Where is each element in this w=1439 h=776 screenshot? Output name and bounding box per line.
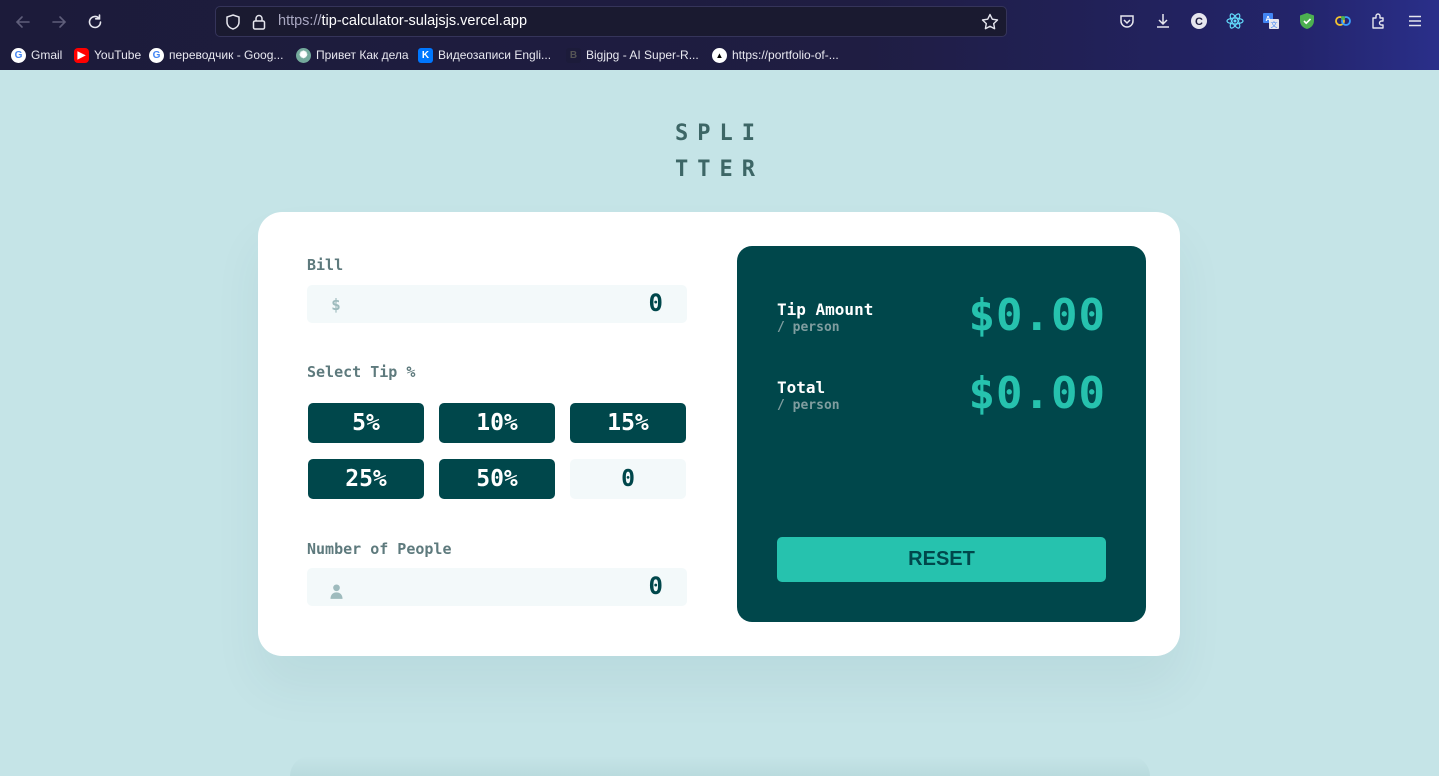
select-tip-label: Select Tip % (307, 363, 416, 381)
tip-amount-per-person: / person (777, 320, 840, 335)
lock-icon[interactable] (251, 13, 267, 31)
arrow-right-icon (52, 16, 67, 28)
google-icon: G (11, 47, 26, 63)
reload-icon (88, 14, 102, 29)
youtube-icon: ▶ (74, 47, 89, 63)
tip-15-button[interactable]: 15% (570, 403, 686, 443)
address-bar[interactable]: https://tip-calculator-sulajsjs.vercel.a… (215, 6, 1007, 37)
dollar-icon: $ (329, 296, 343, 314)
svg-text:C: C (1195, 16, 1203, 28)
bill-value: 0 (648, 289, 663, 317)
vk-icon: K (418, 47, 433, 63)
browser-chrome: https://tip-calculator-sulajsjs.vercel.a… (0, 0, 1439, 70)
react-devtools-icon[interactable] (1225, 11, 1245, 31)
result-panel: Tip Amount / person $0.00 Total / person… (737, 246, 1146, 622)
bookmark-gmail[interactable]: G Gmail (11, 46, 62, 64)
page-bottom-shadow (290, 756, 1150, 776)
forward-button[interactable] (46, 9, 72, 35)
bookmark-label: Gmail (31, 48, 63, 62)
tip-amount-value: $0.00 (968, 290, 1106, 341)
logo-line-1: SPLI (675, 121, 764, 146)
number-of-people-label: Number of People (307, 540, 452, 558)
people-value: 0 (648, 572, 663, 600)
bookmark-chatgpt[interactable]: ✺ Привет Как дела (296, 46, 409, 64)
chatgpt-icon: ✺ (296, 47, 311, 63)
extension-c-icon[interactable]: C (1189, 11, 1209, 31)
bookmark-label: переводчик - Goog... (169, 48, 284, 62)
bookmark-translator[interactable]: G переводчик - Goog... (149, 46, 283, 64)
downloads-icon[interactable] (1153, 11, 1173, 31)
app-logo: SPLI TTER (675, 116, 775, 188)
bookmark-label: YouTube (94, 48, 142, 62)
total-value: $0.00 (968, 368, 1106, 419)
url-text[interactable]: https://tip-calculator-sulajsjs.vercel.a… (278, 13, 527, 29)
bookmark-bigjpg[interactable]: B Bigjpg - AI Super-R... (566, 46, 699, 64)
extensions-puzzle-icon[interactable] (1369, 11, 1389, 31)
bookmark-youtube[interactable]: ▶ YouTube (74, 46, 141, 64)
bigjpg-icon: B (566, 47, 581, 63)
translate-icon[interactable]: A文 (1261, 11, 1281, 31)
svg-text:$: $ (331, 296, 341, 314)
tip-5-button[interactable]: 5% (308, 403, 424, 443)
svg-text:文: 文 (1271, 20, 1278, 29)
reload-button[interactable] (82, 9, 108, 35)
bookmark-label: Привет Как дела (316, 48, 409, 62)
bookmark-portfolio[interactable]: ▲ https://portfolio-of-... (712, 46, 839, 64)
total-label: Total (777, 378, 826, 397)
url-scheme: https:// (278, 13, 322, 29)
bill-input[interactable]: $ 0 (307, 285, 687, 323)
url-host: tip-calculator-sulajsjs.vercel.app (321, 13, 528, 29)
menu-hamburger-icon[interactable] (1405, 11, 1425, 31)
logo-line-2: TTER (675, 157, 764, 182)
adguard-shield-icon[interactable] (1297, 11, 1317, 31)
bookmark-vk[interactable]: K Видеозаписи Engli... (418, 46, 551, 64)
bookmark-star-icon[interactable] (980, 12, 1000, 32)
arrow-left-icon (15, 16, 30, 28)
tip-50-button[interactable]: 50% (439, 459, 555, 499)
person-icon (329, 582, 343, 600)
back-button[interactable] (10, 9, 36, 35)
vercel-icon: ▲ (712, 47, 727, 63)
custom-tip-input[interactable]: 0 (570, 459, 686, 499)
bookmark-label: Видеозаписи Engli... (438, 48, 552, 62)
tip-amount-label: Tip Amount (777, 300, 874, 319)
browser-toolbar: https://tip-calculator-sulajsjs.vercel.a… (0, 0, 1439, 42)
total-per-person: / person (777, 398, 840, 413)
reset-button[interactable]: RESET (777, 537, 1106, 582)
google-icon: G (149, 47, 164, 63)
bill-label: Bill (307, 256, 344, 274)
tracking-shield-icon[interactable] (224, 13, 242, 31)
people-input[interactable]: 0 (307, 568, 687, 606)
tip-10-button[interactable]: 10% (439, 403, 555, 443)
pocket-icon[interactable] (1117, 11, 1137, 31)
bookmark-label: Bigjpg - AI Super-R... (586, 48, 699, 62)
tip-25-button[interactable]: 25% (308, 459, 424, 499)
bookmark-label: https://portfolio-of-... (732, 48, 839, 62)
colorful-extension-icon[interactable] (1333, 11, 1353, 31)
bookmarks-bar: G Gmail ▶ YouTube G переводчик - Goog...… (0, 42, 1439, 68)
